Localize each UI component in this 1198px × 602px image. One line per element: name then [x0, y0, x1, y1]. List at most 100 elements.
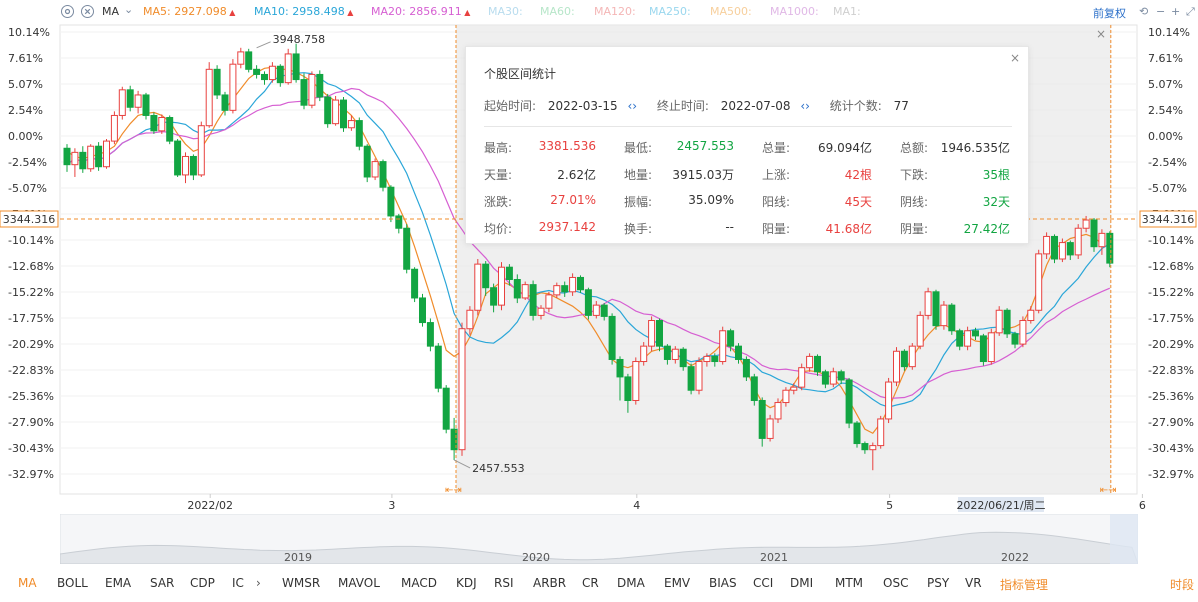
tab-mtm[interactable]: MTM	[835, 576, 863, 590]
tab-boll[interactable]: BOLL	[57, 576, 88, 590]
candle-body	[956, 330, 964, 347]
candle-body	[221, 94, 229, 111]
candle-body	[932, 291, 940, 327]
tab-arbr[interactable]: ARBR	[533, 576, 566, 590]
y-tick-left: 2.54%	[8, 104, 43, 117]
candle-body	[174, 140, 182, 176]
y-tick-right: -2.54%	[1148, 156, 1187, 169]
candle-body	[466, 309, 474, 330]
y-tick-right: 2.54%	[1148, 104, 1183, 117]
start-time-value[interactable]: 2022-03-15	[548, 99, 618, 113]
candle-body	[505, 266, 513, 281]
tab-rsi[interactable]: RSI	[494, 576, 514, 590]
close-icon[interactable]: ×	[1010, 51, 1020, 65]
candle-body	[537, 307, 545, 316]
candle-body	[924, 291, 932, 316]
candle-body	[837, 371, 845, 381]
tab-mavol[interactable]: MAVOL	[338, 576, 380, 590]
candle-body	[229, 63, 237, 111]
navigator-window[interactable]	[1110, 514, 1138, 564]
y-tick-right: -32.97%	[1148, 468, 1194, 481]
candle-body	[347, 120, 355, 129]
range-end-handle-icon[interactable]: ⇤⇥	[1100, 485, 1117, 496]
candle-body	[703, 355, 711, 363]
indicator-tabs: MA BOLL EMA SAR CDP IC WMSR MAVOL MACD KDJ RSI ARBR…	[0, 570, 1198, 598]
tab-ic[interactable]: IC	[232, 576, 244, 590]
candle-body	[237, 51, 245, 65]
candle-body	[268, 65, 276, 81]
tab-dma[interactable]: DMA	[617, 576, 645, 590]
tab-osc[interactable]: OSC	[883, 576, 908, 590]
x-tick-label: 4	[633, 499, 640, 512]
count-label: 统计个数:	[829, 99, 882, 113]
candle-body	[624, 376, 632, 401]
candle-body	[679, 348, 687, 368]
stat-value: 27.01%	[550, 193, 596, 207]
tab-cci[interactable]: CCI	[753, 576, 773, 590]
candle-body	[261, 73, 268, 81]
candle-body	[110, 114, 118, 142]
y-tick-left: -32.97%	[8, 468, 54, 481]
tab-wmsr[interactable]: WMSR	[282, 576, 320, 590]
tab-cr[interactable]: CR	[582, 576, 599, 590]
range-start-handle-icon[interactable]: ⇤⇥	[445, 485, 462, 496]
tab-dmi[interactable]: DMI	[790, 576, 813, 590]
y-tick-right: -10.14%	[1148, 234, 1194, 247]
candle-body	[948, 304, 956, 332]
candle-body	[577, 276, 584, 291]
candle-body	[569, 276, 577, 293]
candle-body	[893, 350, 900, 383]
stat-value: 41.68亿	[825, 222, 872, 236]
candle-body	[340, 99, 347, 129]
tab-vr[interactable]: VR	[965, 576, 982, 590]
tab-bias[interactable]: BIAS	[709, 576, 737, 590]
period-tab[interactable]: 时段	[1170, 576, 1194, 593]
candle-body	[316, 73, 324, 98]
candle-body	[1098, 232, 1106, 248]
tab-kdj[interactable]: KDJ	[456, 576, 477, 590]
chevron-right-icon[interactable]: ›	[256, 576, 261, 590]
tab-sar[interactable]: SAR	[150, 576, 174, 590]
stat-value: --	[725, 220, 734, 234]
candle-body	[671, 348, 679, 360]
tab-emv[interactable]: EMV	[664, 576, 690, 590]
tab-ma[interactable]: MA	[18, 576, 37, 590]
high-annotation: 3948.758	[273, 33, 326, 46]
y-tick-right: 10.14%	[1148, 26, 1190, 39]
candle-body	[758, 399, 766, 439]
tab-psy[interactable]: PSY	[927, 576, 949, 590]
tab-指标管理[interactable]: 指标管理	[1000, 576, 1048, 593]
candle-body	[1051, 235, 1058, 260]
candle-body	[640, 345, 648, 363]
time-navigator[interactable]: 2019 2020 2021 2022	[60, 514, 1138, 564]
candle-body	[782, 389, 790, 404]
candle-body	[197, 125, 205, 176]
x-tick-label: 5	[886, 499, 893, 512]
end-time-value[interactable]: 2022-07-08	[721, 99, 791, 113]
tab-macd[interactable]: MACD	[401, 576, 437, 590]
y-tick-right: -20.29%	[1148, 338, 1194, 351]
candle-body	[521, 284, 529, 299]
candle-body	[95, 145, 103, 168]
candle-body	[1066, 242, 1074, 256]
candle-body	[426, 322, 434, 347]
candle-body	[87, 145, 95, 170]
candle-body	[711, 355, 719, 363]
candle-body	[126, 89, 134, 108]
candle-body	[553, 285, 561, 296]
candle-body	[1058, 242, 1066, 260]
tab-cdp[interactable]: CDP	[190, 576, 215, 590]
y-tick-left: -20.29%	[8, 338, 54, 351]
end-stepper-icon[interactable]: ‹›	[800, 99, 810, 113]
y-tick-right: -25.36%	[1148, 390, 1194, 403]
y-tick-left: -25.36%	[8, 390, 54, 403]
tab-ema[interactable]: EMA	[105, 576, 131, 590]
stat-value: 27.42亿	[963, 222, 1010, 236]
candle-body	[1011, 333, 1019, 345]
candle-body	[189, 155, 197, 176]
candle-body	[63, 147, 71, 166]
candle-body	[142, 94, 150, 116]
start-stepper-icon[interactable]: ‹›	[627, 99, 637, 113]
candle-body	[1003, 309, 1011, 335]
close-selection-icon[interactable]: ×	[1096, 27, 1106, 41]
